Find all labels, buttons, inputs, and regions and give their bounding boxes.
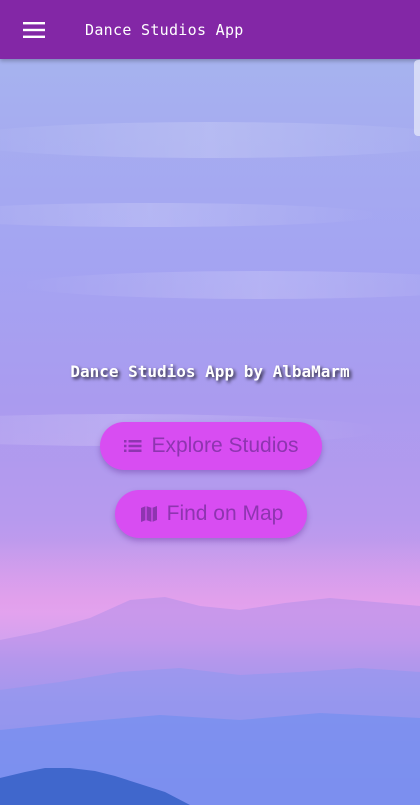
mountain-sunset-background (0, 122, 420, 805)
find-on-map-label: Find on Map (166, 502, 284, 525)
map-icon (139, 504, 159, 524)
list-icon (123, 436, 143, 456)
headline: Dance Studios App by AlbaMarm (70, 362, 350, 381)
explore-studios-label: Explore Studios (151, 434, 299, 457)
app-bar: Dance Studios App (0, 0, 420, 59)
menu-button[interactable] (12, 8, 56, 52)
explore-studios-button[interactable]: Explore Studios (100, 422, 322, 470)
scrollbar[interactable] (414, 60, 420, 136)
find-on-map-button[interactable]: Find on Map (115, 490, 307, 538)
app-screen: Dance Studios App Dance Studios App by A… (0, 0, 420, 805)
app-title: Dance Studios App (85, 20, 244, 39)
hamburger-menu-icon (23, 21, 45, 38)
